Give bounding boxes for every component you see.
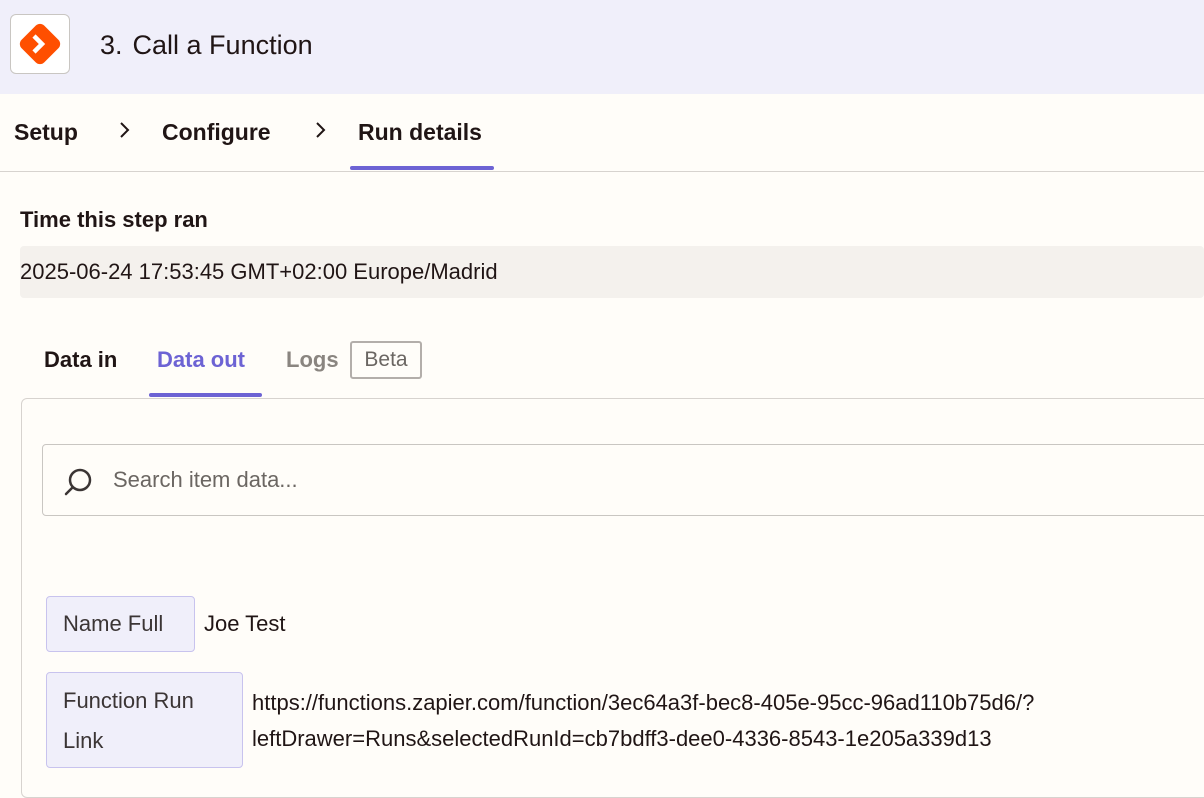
field-key-name-full: Name Full: [46, 596, 195, 652]
beta-badge: Beta: [350, 341, 422, 379]
wizard-step-configure[interactable]: Configure: [162, 118, 271, 146]
search-input[interactable]: [113, 445, 1193, 515]
step-name: Call a Function: [132, 30, 313, 60]
chevron-right-icon: [316, 122, 326, 138]
field-value-name-full: Joe Test: [204, 611, 286, 636]
search-box[interactable]: [42, 444, 1204, 516]
step-number: 3.: [100, 30, 123, 60]
wizard-step-run-details[interactable]: Run details: [358, 118, 482, 146]
active-step-indicator: [350, 166, 494, 170]
tab-data-in[interactable]: Data in: [44, 346, 117, 374]
active-tab-indicator: [149, 393, 262, 397]
tab-data-out[interactable]: Data out: [157, 346, 245, 374]
zapier-functions-icon: [10, 14, 70, 74]
step-wizard-nav: Setup Configure Run details: [0, 94, 1204, 172]
step-header: 3. Call a Function: [0, 0, 1204, 94]
time-value: 2025-06-24 17:53:45 GMT+02:00 Europe/Mad…: [20, 246, 1204, 298]
step-title: 3. Call a Function: [100, 28, 313, 62]
field-value-function-run-link[interactable]: https://functions.zapier.com/function/3e…: [252, 685, 1202, 757]
search-icon: [64, 468, 92, 496]
field-key-function-run-link: Function Run Link: [46, 672, 243, 768]
field-key-label: Function Run Link: [63, 688, 194, 753]
time-label: Time this step ran: [20, 207, 208, 232]
wizard-step-setup[interactable]: Setup: [14, 118, 78, 146]
chevron-right-icon: [120, 122, 130, 138]
tab-logs[interactable]: Logs: [286, 346, 339, 374]
